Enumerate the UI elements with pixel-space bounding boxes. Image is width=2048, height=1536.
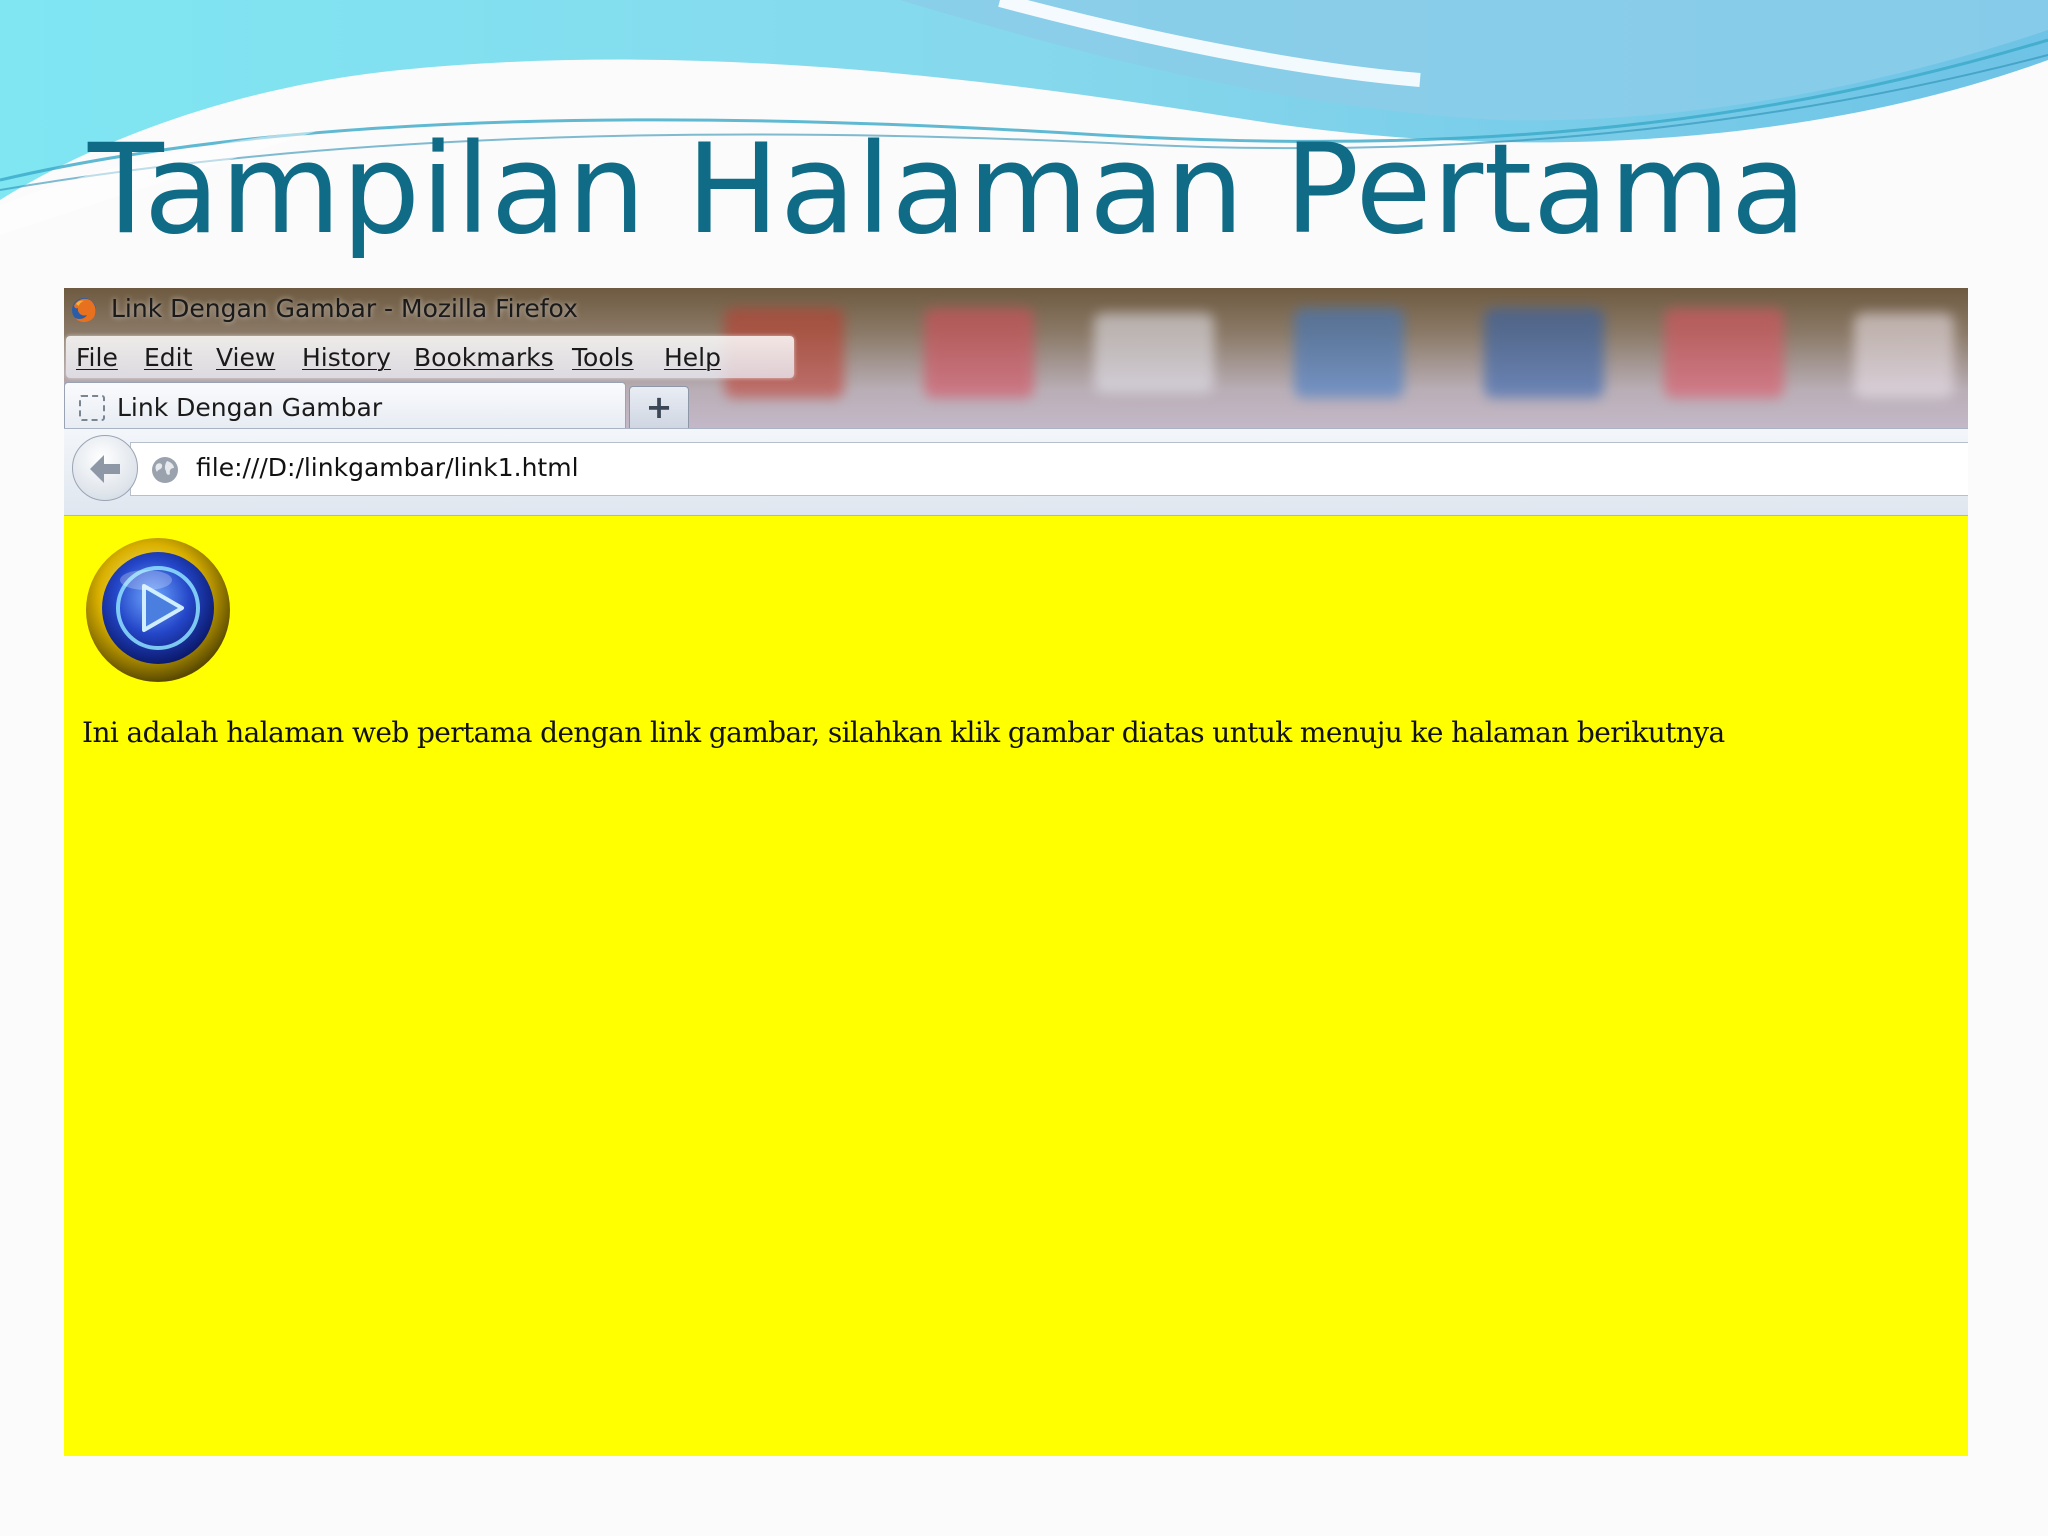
new-tab-button[interactable]: + (629, 386, 689, 429)
page-content: Ini adalah halaman web pertama dengan li… (64, 515, 1968, 1456)
page-text: Ini adalah halaman web pertama dengan li… (82, 716, 1725, 749)
blank-page-icon (79, 395, 105, 421)
navigation-bar: file:///D:/linkgambar/link1.html (64, 428, 1968, 515)
menu-bookmarks[interactable]: Bookmarks (414, 343, 554, 372)
slide-title: Tampilan Halaman Pertama (88, 118, 1808, 262)
window-title: Link Dengan Gambar - Mozilla Firefox (111, 294, 578, 323)
menu-file[interactable]: File (76, 343, 118, 372)
tab-label: Link Dengan Gambar (117, 393, 383, 422)
menu-history[interactable]: History (302, 343, 391, 372)
back-button[interactable] (72, 435, 138, 501)
menu-bar: File Edit View History Bookmarks Tools H… (66, 336, 794, 378)
tab-link-dengan-gambar[interactable]: Link Dengan Gambar (64, 382, 626, 429)
menu-view[interactable]: View (216, 343, 275, 372)
firefox-logo-icon (72, 298, 96, 323)
title-bar: Link Dengan Gambar - Mozilla Firefox (64, 288, 1968, 334)
globe-icon (152, 457, 178, 483)
tab-strip: Link Dengan Gambar + (64, 380, 1968, 429)
menu-help[interactable]: Help (664, 343, 721, 372)
browser-window: Link Dengan Gambar - Mozilla Firefox Fil… (64, 288, 1968, 1456)
menu-tools[interactable]: Tools (572, 343, 634, 372)
play-button-icon[interactable] (84, 536, 232, 684)
slide: Tampilan Halaman Pertama Link Dengan Gam… (0, 0, 2048, 1536)
browser-chrome: Link Dengan Gambar - Mozilla Firefox Fil… (64, 288, 1968, 515)
menu-edit[interactable]: Edit (144, 343, 192, 372)
url-text[interactable]: file:///D:/linkgambar/link1.html (196, 453, 579, 482)
back-arrow-icon (90, 455, 120, 483)
